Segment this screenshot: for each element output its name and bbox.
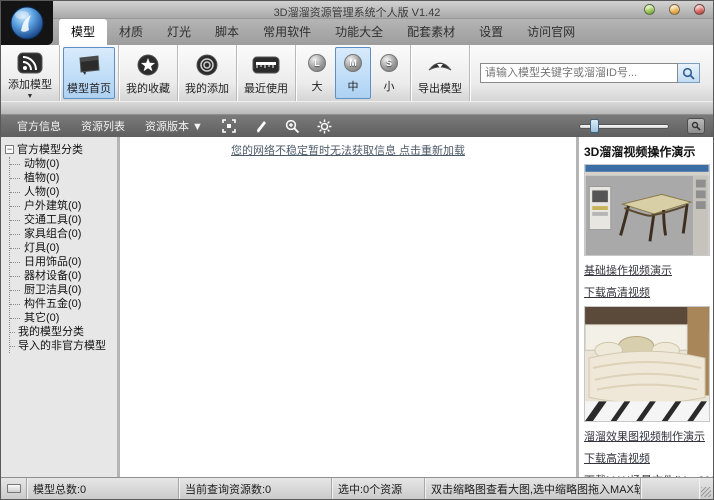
network-error-reload-link[interactable]: 您的网络不稳定暂时无法获取信息 点击重新加载 bbox=[120, 142, 576, 158]
size-small-button[interactable]: S 小 bbox=[371, 47, 407, 99]
model-home-button[interactable]: 模型首页 bbox=[63, 47, 115, 99]
thumbnail-size-slider[interactable] bbox=[579, 119, 669, 133]
status-model-total: 模型总数:0 bbox=[27, 478, 179, 499]
status-icon-cell bbox=[1, 478, 27, 499]
tree-item-kitchen-bath[interactable]: 厨卫洁具(0) bbox=[10, 283, 117, 297]
download-hd-video-link-2[interactable]: 下载高清视频 bbox=[584, 450, 709, 466]
tree-item-other[interactable]: 其它(0) bbox=[10, 311, 117, 325]
size-large-button[interactable]: L 大 bbox=[299, 47, 335, 99]
tree-item-outdoor-buildings[interactable]: 户外建筑(0) bbox=[10, 199, 117, 213]
logo-orb-icon bbox=[9, 5, 45, 41]
tree-branch: 动物(0) 植物(0) 人物(0) 户外建筑(0) 交通工具(0) 家具组合(0… bbox=[9, 157, 117, 353]
tree-root-official[interactable]: − 官方模型分类 bbox=[5, 141, 117, 157]
tree-item-my-categories[interactable]: 我的模型分类 bbox=[10, 325, 117, 339]
tree-item-animals[interactable]: 动物(0) bbox=[10, 157, 117, 171]
tab-settings[interactable]: 设置 bbox=[467, 19, 515, 45]
ribbon-toolbar: 添加模型 ▼ 模型首页 我的收藏 bbox=[1, 45, 713, 115]
fullscreen-icon[interactable] bbox=[217, 117, 241, 135]
size-large-icon: L bbox=[308, 54, 326, 72]
collapse-icon[interactable]: − bbox=[5, 145, 14, 154]
size-medium-icon: M bbox=[344, 54, 362, 72]
app-window: 3D溜溜资源管理系统个人版 V1.42 模型 材质 灯光 脚本 常用软件 功能大… bbox=[0, 0, 714, 500]
status-empty-cell bbox=[641, 478, 699, 499]
my-added-button[interactable]: 我的添加 bbox=[181, 47, 233, 99]
tree-item-daily-items[interactable]: 日用饰品(0) bbox=[10, 255, 117, 269]
download-hd-video-link-1[interactable]: 下载高清视频 bbox=[584, 284, 709, 300]
resize-grip[interactable] bbox=[699, 478, 713, 499]
search-button[interactable] bbox=[678, 63, 700, 83]
tree-root-label: 官方模型分类 bbox=[17, 141, 83, 157]
render-effect-video-link[interactable]: 溜溜效果图视频制作演示 bbox=[584, 428, 709, 444]
export-model-button[interactable]: 导出模型 bbox=[414, 47, 466, 99]
model-search bbox=[480, 63, 700, 83]
zoom-in-icon[interactable] bbox=[281, 117, 305, 135]
add-model-icon bbox=[17, 52, 43, 74]
resource-version-dropdown[interactable]: 资源版本 ▼ bbox=[137, 116, 211, 136]
tree-item-lamps[interactable]: 灯具(0) bbox=[10, 241, 117, 255]
size-small-icon: S bbox=[380, 54, 398, 72]
tab-model[interactable]: 模型 bbox=[59, 19, 107, 45]
app-logo bbox=[1, 1, 53, 45]
window-controls bbox=[644, 4, 705, 15]
recent-used-icon bbox=[252, 52, 280, 78]
recent-used-button[interactable]: 最近使用 bbox=[240, 47, 292, 99]
title-bar: 3D溜溜资源管理系统个人版 V1.42 bbox=[1, 1, 713, 19]
window-title: 3D溜溜资源管理系统个人版 V1.42 bbox=[1, 4, 713, 20]
tab-light[interactable]: 灯光 bbox=[155, 19, 203, 45]
tree-item-imported-models[interactable]: 导入的非官方模型 bbox=[10, 339, 117, 353]
status-monitor-icon bbox=[7, 484, 21, 493]
tab-features[interactable]: 功能大全 bbox=[323, 19, 395, 45]
model-home-icon bbox=[76, 52, 102, 78]
content-area: − 官方模型分类 动物(0) 植物(0) 人物(0) 户外建筑(0) 交通工具(… bbox=[1, 137, 713, 477]
search-icon bbox=[682, 67, 695, 80]
my-added-icon bbox=[195, 52, 219, 78]
status-selected-count: 选中:0个资源 bbox=[332, 478, 425, 499]
pin-icon bbox=[691, 121, 701, 131]
render-effect-video-thumbnail[interactable] bbox=[584, 306, 710, 422]
maximize-button[interactable] bbox=[669, 4, 680, 15]
video-demo-panel: 3D溜溜视频操作演示 基础操作视频演示 下载高清视频 bbox=[576, 137, 713, 477]
tree-item-plants[interactable]: 植物(0) bbox=[10, 171, 117, 185]
ribbon-bottom-strip bbox=[1, 101, 713, 114]
tree-item-equipment[interactable]: 器材设备(0) bbox=[10, 269, 117, 283]
export-model-icon bbox=[426, 52, 454, 78]
tree-item-people[interactable]: 人物(0) bbox=[10, 185, 117, 199]
tree-item-vehicles[interactable]: 交通工具(0) bbox=[10, 213, 117, 227]
category-tree-panel: − 官方模型分类 动物(0) 植物(0) 人物(0) 户外建筑(0) 交通工具(… bbox=[1, 137, 120, 477]
tab-common-software[interactable]: 常用软件 bbox=[251, 19, 323, 45]
tab-official-site[interactable]: 访问官网 bbox=[515, 19, 587, 45]
thumbnail-size-group: L 大 M 中 S 小 bbox=[299, 47, 407, 99]
minimize-button[interactable] bbox=[644, 4, 655, 15]
status-query-count: 当前查询资源数:0 bbox=[179, 478, 332, 499]
close-button[interactable] bbox=[694, 4, 705, 15]
my-favorites-icon bbox=[136, 52, 160, 78]
tab-script[interactable]: 脚本 bbox=[203, 19, 251, 45]
size-medium-button[interactable]: M 中 bbox=[335, 47, 371, 99]
tab-materials-pack[interactable]: 配套素材 bbox=[395, 19, 467, 45]
model-list-area: 您的网络不稳定暂时无法获取信息 点击重新加载 bbox=[120, 137, 576, 477]
resource-list-button[interactable]: 资源列表 bbox=[73, 116, 133, 136]
status-usage-hint: 双击缩略图查看大图,选中缩略图拖入MAX软件,即可使用 bbox=[425, 478, 641, 499]
pencil-icon[interactable] bbox=[249, 117, 273, 135]
slider-handle[interactable] bbox=[590, 119, 599, 133]
pin-panel-button[interactable] bbox=[687, 118, 705, 134]
tab-material[interactable]: 材质 bbox=[107, 19, 155, 45]
secondary-toolbar: 官方信息 资源列表 资源版本 ▼ bbox=[1, 115, 713, 137]
official-info-button[interactable]: 官方信息 bbox=[9, 116, 69, 136]
tree-item-hardware[interactable]: 构件五金(0) bbox=[10, 297, 117, 311]
search-input[interactable] bbox=[480, 63, 678, 83]
tree-item-furniture-sets[interactable]: 家具组合(0) bbox=[10, 227, 117, 241]
settings-gear-icon[interactable] bbox=[313, 117, 337, 135]
basic-operation-video-link[interactable]: 基础操作视频演示 bbox=[584, 262, 709, 278]
my-favorites-button[interactable]: 我的收藏 bbox=[122, 47, 174, 99]
add-model-dropdown-arrow: ▼ bbox=[27, 93, 34, 100]
video-panel-title: 3D溜溜视频操作演示 bbox=[584, 143, 709, 160]
tab-bar: 模型 材质 灯光 脚本 常用软件 功能大全 配套素材 设置 访问官网 bbox=[1, 19, 713, 45]
basic-operation-video-thumbnail[interactable] bbox=[584, 164, 710, 256]
add-model-button[interactable]: 添加模型 ▼ bbox=[4, 47, 56, 99]
status-bar: 模型总数:0 当前查询资源数:0 选中:0个资源 双击缩略图查看大图,选中缩略图… bbox=[1, 477, 713, 499]
